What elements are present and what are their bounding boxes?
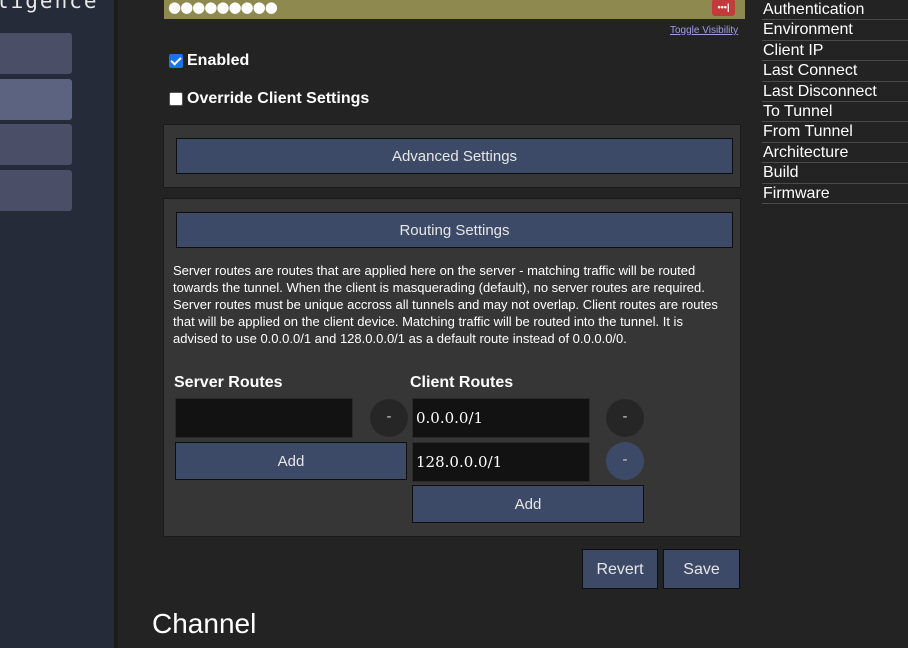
info-label-list: Authentication Environment Client IP Las… bbox=[762, 0, 908, 204]
info-label-authentication: Authentication bbox=[762, 0, 908, 21]
enabled-checkbox[interactable] bbox=[169, 54, 183, 68]
brand-logo-text: ligence bbox=[0, 0, 99, 13]
client-route-input-1[interactable]: 0.0.0.0/1 bbox=[412, 398, 590, 438]
revert-button[interactable]: Revert bbox=[582, 549, 658, 589]
add-server-route-button[interactable]: Add bbox=[175, 442, 407, 480]
server-routes-title: Server Routes bbox=[174, 374, 283, 391]
info-label-last-connect: Last Connect bbox=[762, 61, 908, 82]
routing-settings-button[interactable]: Routing Settings bbox=[176, 212, 733, 248]
password-field[interactable]: ●●●●●●●●● •••| bbox=[164, 0, 745, 19]
info-label-to-tunnel: To Tunnel bbox=[762, 102, 908, 123]
sidebar-nav-item-1[interactable] bbox=[0, 33, 72, 74]
info-label-firmware: Firmware bbox=[762, 184, 908, 204]
client-route-input-2[interactable]: 128.0.0.0/1 bbox=[412, 442, 590, 482]
info-label-from-tunnel: From Tunnel bbox=[762, 122, 908, 143]
remove-client-route-button-2[interactable]: - bbox=[606, 442, 644, 480]
client-routes-title: Client Routes bbox=[410, 374, 514, 391]
override-client-settings-checkbox[interactable] bbox=[169, 92, 183, 106]
sidebar-nav-item-4[interactable] bbox=[0, 170, 72, 211]
enabled-label: Enabled bbox=[187, 52, 250, 69]
enabled-row: Enabled bbox=[169, 52, 249, 70]
sidebar-nav-item-3[interactable] bbox=[0, 124, 72, 165]
override-client-settings-label: Override Client Settings bbox=[187, 90, 370, 107]
password-manager-key-icon[interactable]: •••| bbox=[712, 0, 735, 16]
remove-client-route-button-1[interactable]: - bbox=[606, 399, 644, 437]
toggle-visibility-link[interactable]: Toggle Visibility bbox=[670, 25, 738, 36]
sidebar-nav-item-2[interactable] bbox=[0, 79, 72, 120]
server-route-input[interactable] bbox=[175, 398, 353, 438]
info-label-environment: Environment bbox=[762, 20, 908, 41]
info-label-last-disconnect: Last Disconnect bbox=[762, 82, 908, 102]
sidebar: ligence bbox=[0, 0, 114, 648]
info-label-client-ip: Client IP bbox=[762, 41, 908, 62]
sidebar-divider bbox=[114, 0, 118, 648]
remove-server-route-button[interactable]: - bbox=[370, 399, 408, 437]
info-label-build: Build bbox=[762, 163, 908, 184]
advanced-settings-panel: Advanced Settings bbox=[163, 124, 741, 188]
info-label-architecture: Architecture bbox=[762, 143, 908, 164]
password-value: ●●●●●●●●● bbox=[168, 0, 278, 16]
override-row: Override Client Settings bbox=[169, 90, 369, 108]
save-button[interactable]: Save bbox=[663, 549, 740, 589]
advanced-settings-button[interactable]: Advanced Settings bbox=[176, 138, 733, 174]
routing-description: Server routes are routes that are applie… bbox=[173, 263, 718, 346]
routing-settings-panel: Routing Settings Server routes are route… bbox=[163, 198, 741, 537]
channel-section-title: Channel bbox=[152, 608, 257, 639]
add-client-route-button[interactable]: Add bbox=[412, 485, 644, 523]
